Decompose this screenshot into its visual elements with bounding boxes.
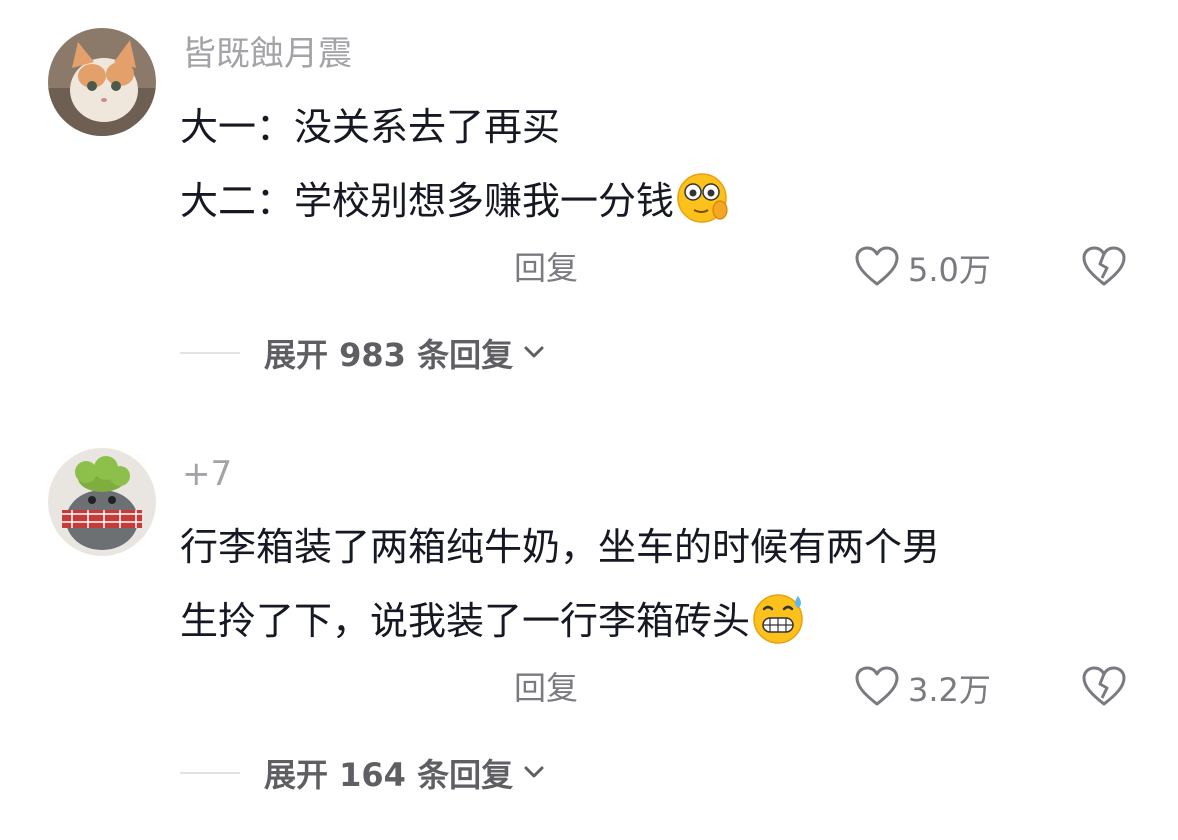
comment-item: +7 行李箱装了两箱纯牛奶，坐车的时候有两个男 生拎了下，说我装了一行李箱砖头 … [0,420,1178,840]
username[interactable]: +7 [182,452,232,496]
expand-replies[interactable]: 展开 164 条回复 [180,750,545,796]
heart-icon [854,665,900,711]
broken-heart-icon [1080,246,1128,292]
broken-heart-icon [1080,666,1128,712]
avatar[interactable] [48,448,156,556]
peeking-emoji [676,172,732,236]
grin-sweat-emoji [752,592,808,656]
like-count: 5.0万 [908,251,991,289]
avatar[interactable] [48,28,156,136]
expand-replies[interactable]: 展开 983 条回复 [180,330,545,376]
divider-line [180,772,240,774]
like-count: 3.2万 [908,671,991,709]
reply-button[interactable]: 回复 [514,248,578,288]
comment-text: 大二：学校别想多赚我一分钱 [180,179,675,223]
comment-text: 生拎了下，说我装了一行李箱砖头 [180,599,751,643]
chevron-down-icon [523,764,545,783]
username[interactable]: 皆既蝕月震 [182,32,352,76]
dislike-button[interactable] [1080,244,1130,292]
reply-button[interactable]: 回复 [514,668,578,708]
like-button[interactable]: 3.2万 [854,664,991,712]
dislike-button[interactable] [1080,664,1130,712]
comment-text-line: 大二：学校别想多赚我一分钱 [180,172,732,236]
heart-icon [854,245,900,291]
comment-text-line: 行李箱装了两箱纯牛奶，坐车的时候有两个男 [180,525,941,569]
like-button[interactable]: 5.0万 [854,244,991,292]
expand-replies-label: 展开 983 条回复 [264,336,514,374]
comment-item: 皆既蝕月震 大一：没关系去了再买 大二：学校别想多赚我一分钱 回复 5.0万 展… [0,0,1178,420]
expand-replies-label: 展开 164 条回复 [264,756,514,794]
chevron-down-icon [523,344,545,363]
divider-line [180,352,240,354]
comment-text-line: 生拎了下，说我装了一行李箱砖头 [180,592,808,656]
comment-text-line: 大一：没关系去了再买 [180,105,561,149]
